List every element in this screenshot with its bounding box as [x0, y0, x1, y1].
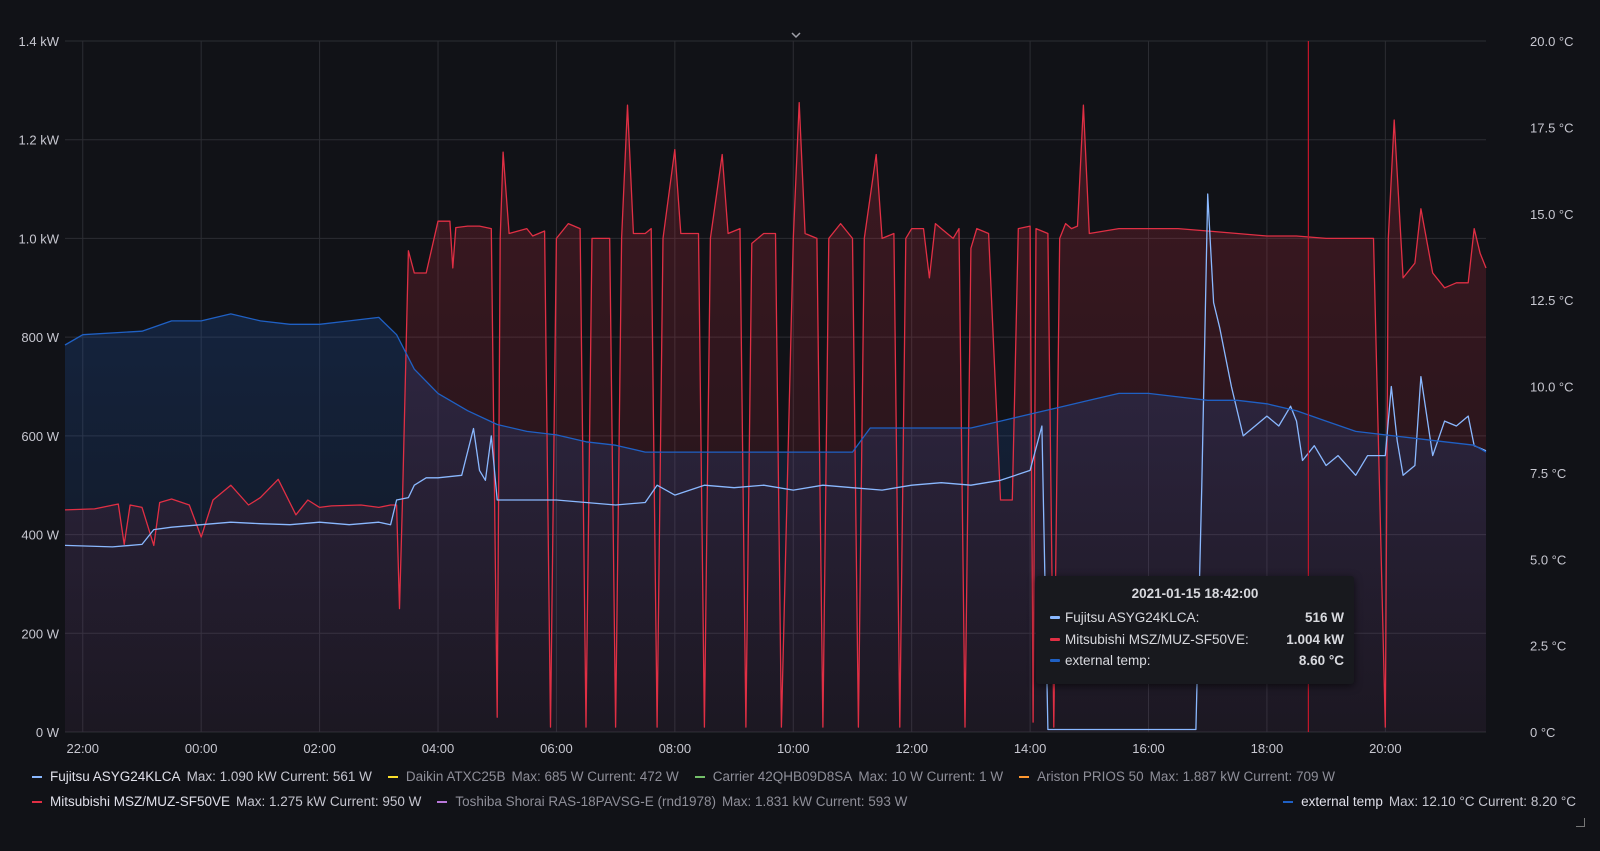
y-left-tick-label: 0 W — [36, 725, 60, 740]
legend-row-1: Fujitsu ASYG24KLCA Max: 1.090 kW Current… — [32, 769, 1576, 784]
y-right-tick-label: 15.0 °C — [1530, 207, 1574, 222]
legend-item-fujitsu[interactable]: Fujitsu ASYG24KLCA Max: 1.090 kW Current… — [32, 769, 372, 784]
legend-series-stats: Max: 1.275 kW Current: 950 W — [236, 794, 422, 809]
x-tick-label: 02:00 — [303, 741, 336, 756]
x-tick-label: 18:00 — [1251, 741, 1284, 756]
tooltip-series-name: Fujitsu ASYG24KLCA: — [1065, 610, 1200, 626]
y-right-tick-label: 20.0 °C — [1530, 34, 1574, 49]
legend-series-name: Carrier 42QHB09D8SA — [712, 769, 853, 784]
tooltip-series-name: Mitsubishi MSZ/MUZ-SF50VE: — [1065, 631, 1249, 647]
y-left-tick-label: 200 W — [21, 626, 59, 641]
legend-item-toshiba[interactable]: Toshiba Shorai RAS-18PAVSG-E (rnd1978) M… — [437, 794, 907, 809]
legend-series-name: Toshiba Shorai RAS-18PAVSG-E (rnd1978) — [455, 794, 716, 809]
x-tick-label: 22:00 — [66, 741, 99, 756]
legend-series-stats: Max: 10 W Current: 1 W — [858, 769, 1004, 784]
series-swatch — [32, 800, 42, 803]
series-swatch — [437, 800, 448, 803]
legend-series-name: Mitsubishi MSZ/MUZ-SF50VE — [50, 794, 231, 809]
tooltip-series-value: 516 W — [1304, 610, 1344, 626]
y-right-tick-label: 12.5 °C — [1530, 293, 1574, 308]
series-swatch — [387, 775, 398, 778]
legend-item-carrier[interactable]: Carrier 42QHB09D8SA Max: 10 W Current: 1… — [694, 769, 1004, 784]
legend-item-ariston[interactable]: Ariston PRIOS 50 Max: 1.887 kW Current: … — [1019, 769, 1335, 784]
x-tick-label: 10:00 — [777, 741, 810, 756]
x-tick-label: 08:00 — [659, 741, 692, 756]
y-right-tick-label: 7.5 °C — [1530, 466, 1566, 481]
x-tick-label: 16:00 — [1132, 741, 1165, 756]
series-swatch — [1050, 616, 1060, 620]
y-right-tick-label: 0 °C — [1530, 725, 1555, 740]
legend-row-2: Mitsubishi MSZ/MUZ-SF50VE Max: 1.275 kW … — [32, 794, 1576, 809]
legend-series-stats: Max: 1.090 kW Current: 561 W — [186, 769, 372, 784]
x-tick-label: 00:00 — [185, 741, 218, 756]
y-right-tick-label: 2.5 °C — [1530, 639, 1566, 654]
legend-series-name: Ariston PRIOS 50 — [1037, 769, 1144, 784]
tooltip-series-value: 8.60 °C — [1298, 653, 1344, 669]
series-swatch — [32, 775, 42, 778]
series-swatch — [1019, 775, 1030, 778]
legend-series-stats: Max: 12.10 °C Current: 8.20 °C — [1388, 794, 1576, 809]
legend-item-daikin[interactable]: Daikin ATXC25B Max: 685 W Current: 472 W — [387, 769, 679, 784]
x-tick-label: 20:00 — [1369, 741, 1402, 756]
legend-item-external-temp[interactable]: external temp Max: 12.10 °C Current: 8.2… — [1283, 794, 1576, 809]
tooltip-row: external temp: 8.60 °C — [1036, 650, 1354, 672]
y-left-tick-label: 400 W — [21, 528, 59, 543]
series-swatch — [694, 775, 705, 778]
legend-series-name: external temp — [1301, 794, 1383, 809]
y-left-tick-label: 1.0 kW — [19, 231, 60, 246]
x-tick-label: 04:00 — [422, 741, 455, 756]
x-tick-label: 14:00 — [1014, 741, 1047, 756]
y-left-tick-label: 800 W — [21, 330, 59, 345]
legend-series-name: Daikin ATXC25B — [405, 769, 506, 784]
y-left-tick-label: 1.4 kW — [19, 34, 60, 49]
legend-series-stats: Max: 1.887 kW Current: 709 W — [1149, 769, 1335, 784]
tooltip-row: Fujitsu ASYG24KLCA: 516 W — [1036, 607, 1354, 629]
y-right-tick-label: 5.0 °C — [1530, 552, 1566, 567]
hover-tooltip: 2021-01-15 18:42:00 Fujitsu ASYG24KLCA: … — [1036, 576, 1354, 684]
y-left-tick-label: 1.2 kW — [19, 133, 60, 148]
y-right-tick-label: 10.0 °C — [1530, 380, 1574, 395]
series-swatch — [1050, 659, 1060, 663]
legend-series-stats: Max: 685 W Current: 472 W — [511, 769, 679, 784]
chevron-down-icon[interactable] — [790, 30, 802, 40]
tooltip-series-name: external temp: — [1065, 653, 1151, 669]
tooltip-series-value: 1.004 kW — [1286, 631, 1344, 647]
y-left-tick-label: 600 W — [21, 429, 59, 444]
resize-handle-icon[interactable] — [1576, 818, 1585, 827]
tooltip-row: Mitsubishi MSZ/MUZ-SF50VE: 1.004 kW — [1036, 629, 1354, 651]
x-tick-label: 12:00 — [895, 741, 928, 756]
series-swatch — [1050, 637, 1060, 641]
series-swatch — [1283, 800, 1294, 803]
legend-item-mitsubishi[interactable]: Mitsubishi MSZ/MUZ-SF50VE Max: 1.275 kW … — [32, 794, 421, 809]
legend-series-stats: Max: 1.831 kW Current: 593 W — [722, 794, 908, 809]
y-right-tick-label: 17.5 °C — [1530, 120, 1574, 135]
time-series-chart[interactable]: 0 W 200 W 400 W 600 W 800 W 1.0 kW 1.2 kW 1.4 k… — [0, 0, 1600, 851]
x-tick-label: 06:00 — [540, 741, 573, 756]
tooltip-time: 2021-01-15 18:42:00 — [1131, 586, 1259, 601]
legend-series-name: Fujitsu ASYG24KLCA — [50, 769, 181, 784]
